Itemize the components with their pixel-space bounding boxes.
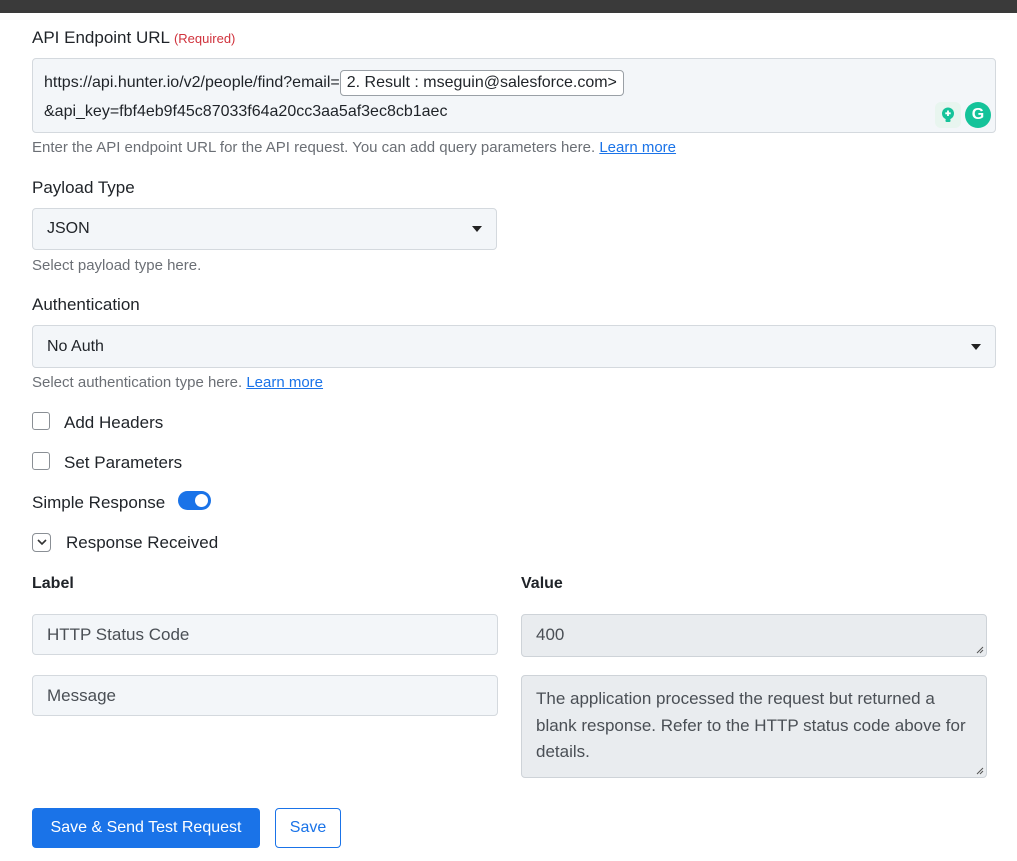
authentication-learn-more-link[interactable]: Learn more: [246, 374, 323, 391]
response-received-expander[interactable]: [32, 533, 51, 552]
endpoint-learn-more-link[interactable]: Learn more: [599, 139, 676, 156]
authentication-help-text: Select authentication type here.: [32, 374, 243, 391]
set-parameters-label: Set Parameters: [64, 453, 183, 472]
required-indicator: (Required): [173, 31, 236, 46]
add-headers-label: Add Headers: [64, 413, 164, 432]
save-and-send-test-request-button[interactable]: Save & Send Test Request: [32, 808, 260, 848]
grammarly-icon[interactable]: G: [965, 102, 991, 128]
authentication-value: No Auth: [47, 337, 104, 355]
url-prefix: https://api.hunter.io/v2/people/find?ema…: [44, 74, 340, 91]
simple-response-label: Simple Response: [32, 493, 166, 512]
label-column-header: Label: [32, 575, 74, 592]
payload-help: Select payload type here.: [32, 257, 202, 274]
endpoint-help-text: Enter the API endpoint URL for the API r…: [32, 139, 596, 156]
save-button[interactable]: Save: [275, 808, 341, 848]
response-value-field[interactable]: 400: [521, 614, 987, 657]
endpoint-label-text: API Endpoint URL: [32, 28, 170, 47]
payload-type-label: Payload Type: [32, 178, 135, 197]
mapped-field-token[interactable]: 2. Result : mseguin@salesforce.com>: [339, 70, 624, 96]
authentication-select[interactable]: No Auth: [32, 325, 996, 368]
response-received-label: Response Received: [66, 533, 219, 552]
chevron-down-icon: [36, 539, 47, 546]
authentication-label: Authentication: [32, 295, 140, 314]
payload-type-select[interactable]: JSON: [32, 208, 497, 250]
url-first-line: https://api.hunter.io/v2/people/find?ema…: [44, 70, 624, 96]
top-bar: [0, 0, 1017, 13]
add-headers-checkbox[interactable]: [32, 412, 50, 430]
caret-down-icon: [472, 226, 482, 232]
resize-grip-icon[interactable]: [975, 645, 984, 654]
resize-grip-icon[interactable]: [975, 766, 984, 775]
payload-type-value: JSON: [47, 220, 90, 237]
url-suffix: &api_key=fbf4eb9f45c87033f64a20cc3aa5af3…: [44, 103, 448, 120]
endpoint-url-input[interactable]: https://api.hunter.io/v2/people/find?ema…: [32, 58, 996, 133]
lightbulb-icon[interactable]: [935, 102, 961, 128]
simple-response-toggle[interactable]: [178, 491, 211, 510]
authentication-help: Select authentication type here. Learn m…: [32, 374, 323, 391]
caret-down-icon: [971, 343, 981, 350]
message-value: The application processed the request bu…: [536, 689, 966, 761]
response-label-field[interactable]: HTTP Status Code: [32, 614, 498, 655]
status-code-value: 400: [536, 625, 565, 644]
set-parameters-checkbox[interactable]: [32, 452, 50, 470]
response-label-field[interactable]: Message: [32, 675, 498, 716]
response-value-field[interactable]: The application processed the request bu…: [521, 675, 987, 778]
value-column-header: Value: [521, 575, 563, 592]
toggle-knob: [195, 494, 208, 507]
endpoint-label: API Endpoint URL (Required): [32, 28, 235, 48]
endpoint-help: Enter the API endpoint URL for the API r…: [32, 139, 676, 156]
grammarly-widget[interactable]: G: [935, 102, 991, 128]
